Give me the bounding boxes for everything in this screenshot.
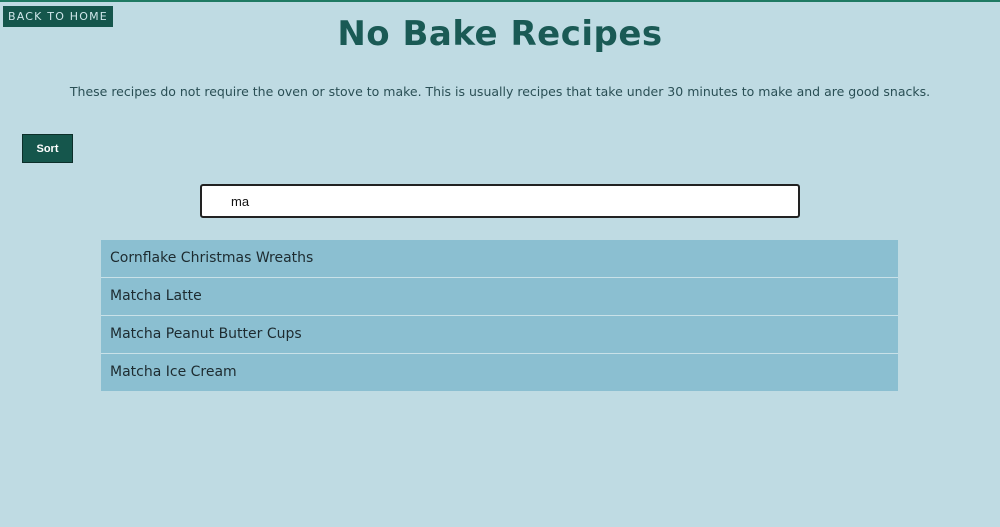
recipe-item[interactable]: Matcha Latte <box>101 278 898 316</box>
page-description: These recipes do not require the oven or… <box>69 84 931 99</box>
recipe-item[interactable]: Matcha Ice Cream <box>101 354 898 391</box>
sort-button[interactable]: Sort <box>22 134 73 163</box>
recipe-item[interactable]: Cornflake Christmas Wreaths <box>101 240 898 278</box>
recipe-item[interactable]: Matcha Peanut Butter Cups <box>101 316 898 354</box>
search-input[interactable] <box>200 184 800 218</box>
page-title: No Bake Recipes <box>337 14 663 54</box>
recipe-results-list: Cornflake Christmas Wreaths Matcha Latte… <box>101 240 898 391</box>
